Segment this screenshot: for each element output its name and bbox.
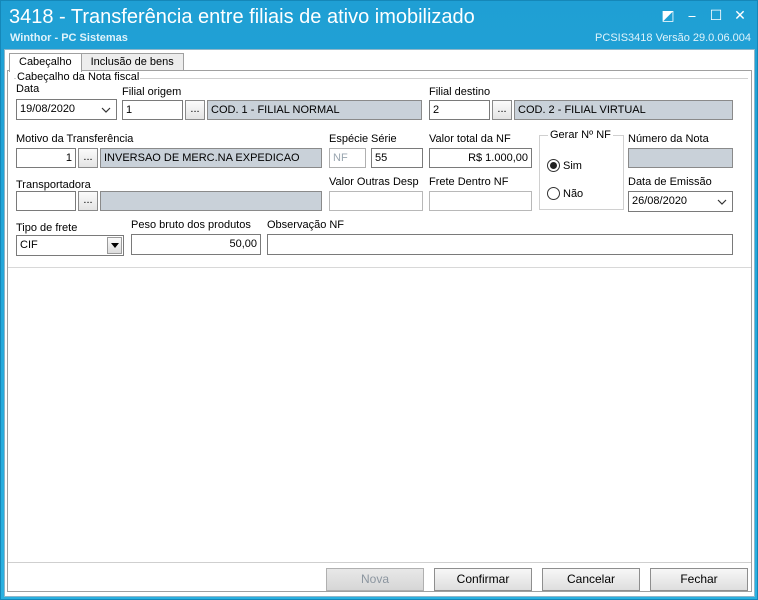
radio-unchecked-icon[interactable]: [547, 187, 560, 200]
title-bar[interactable]: 3418 - Transferência entre filiais de at…: [1, 1, 757, 47]
data-date-picker[interactable]: 19/08/2020: [16, 99, 117, 120]
radio-nao-label: Não: [563, 187, 584, 200]
close-icon[interactable]: ✕: [731, 5, 749, 25]
radio-sim[interactable]: Sim: [547, 159, 582, 172]
motivo-search-button[interactable]: ...: [78, 148, 98, 168]
motivo-label: Motivo da Transferência: [16, 133, 134, 145]
numero-nota-input: [628, 148, 733, 168]
observacao-label: Observação NF: [267, 219, 345, 231]
peso-bruto-label: Peso bruto dos produtos: [131, 219, 251, 231]
tab-cabecalho[interactable]: Cabeçalho: [9, 53, 82, 72]
tipo-frete-select[interactable]: CIF: [16, 235, 124, 256]
window-title: 3418 - Transferência entre filiais de at…: [9, 6, 475, 28]
data-emissao-value: 26/08/2020: [632, 195, 688, 207]
motivo-code-input[interactable]: 1: [16, 148, 76, 168]
filial-origem-description: COD. 1 - FILIAL NORMAL: [207, 100, 422, 120]
window-controls: ◩ ⎯ ☐ ✕: [659, 5, 749, 25]
valor-outras-label: Valor Outras Desp: [329, 176, 419, 188]
filial-destino-search-button[interactable]: ...: [492, 100, 512, 120]
filial-origem-search-button[interactable]: ...: [185, 100, 205, 120]
transportadora-label: Transportadora: [16, 179, 91, 191]
form-bottom-divider: [8, 267, 751, 268]
serie-label: Série: [371, 133, 397, 145]
peso-bruto-input[interactable]: 50,00: [131, 234, 261, 255]
serie-input[interactable]: 55: [371, 148, 423, 168]
radio-checked-icon[interactable]: [547, 159, 560, 172]
numero-nota-label: Número da Nota: [628, 133, 709, 145]
data-emissao-label: Data de Emissão: [628, 176, 712, 188]
filial-destino-description: COD. 2 - FILIAL VIRTUAL: [514, 100, 733, 120]
frete-dentro-input[interactable]: [429, 191, 532, 211]
especie-input: NF: [329, 148, 366, 168]
fechar-button[interactable]: Fechar: [650, 568, 748, 591]
filial-destino-code-input[interactable]: 2: [429, 100, 490, 120]
dropdown-arrow-icon[interactable]: [107, 237, 122, 254]
gerar-nf-group: Gerar Nº NF Sim Não: [539, 129, 624, 210]
data-emissao-date-picker[interactable]: 26/08/2020: [628, 191, 733, 212]
gerar-nf-label: Gerar Nº NF: [548, 129, 613, 141]
nova-button[interactable]: Nova: [326, 568, 424, 591]
radio-sim-label: Sim: [563, 159, 582, 172]
maximize-icon[interactable]: ☐: [707, 5, 725, 25]
valor-outras-input[interactable]: [329, 191, 423, 211]
restore-layout-icon[interactable]: ◩: [659, 5, 677, 25]
chevron-down-icon[interactable]: [716, 192, 728, 211]
version-label: PCSIS3418 Versão 29.0.06.004: [595, 32, 751, 44]
transportadora-search-button[interactable]: ...: [78, 191, 98, 211]
confirmar-button[interactable]: Confirmar: [434, 568, 532, 591]
observacao-input[interactable]: [267, 234, 733, 255]
chevron-down-icon[interactable]: [100, 100, 112, 119]
client-area: Cabeçalho Inclusão de bens Cabeçalho da …: [4, 49, 755, 597]
cancelar-button[interactable]: Cancelar: [542, 568, 640, 591]
motivo-description: INVERSAO DE MERC.NA EXPEDICAO: [100, 148, 322, 168]
filial-destino-label: Filial destino: [429, 86, 491, 98]
tab-page-cabecalho: Cabeçalho da Nota fiscal Data 19/08/2020…: [7, 70, 752, 592]
transportadora-description: [100, 191, 322, 211]
tab-strip: Cabeçalho Inclusão de bens: [9, 53, 184, 72]
app-subtitle: Winthor - PC Sistemas: [10, 32, 128, 44]
data-label: Data: [16, 83, 40, 95]
tab-inclusao-de-bens[interactable]: Inclusão de bens: [80, 53, 184, 71]
especie-label: Espécie: [329, 133, 369, 145]
valor-total-label: Valor total da NF: [429, 133, 511, 145]
group-title: Cabeçalho da Nota fiscal: [16, 71, 141, 83]
minimize-icon[interactable]: ⎯: [683, 5, 701, 25]
tipo-frete-value: CIF: [20, 239, 38, 251]
frete-dentro-label: Frete Dentro NF: [429, 176, 509, 188]
main-window: 3418 - Transferência entre filiais de at…: [0, 0, 758, 600]
footer-divider: [8, 562, 751, 563]
transportadora-code-input[interactable]: [16, 191, 76, 211]
radio-nao[interactable]: Não: [547, 187, 583, 200]
filial-origem-code-input[interactable]: 1: [122, 100, 183, 120]
filial-origem-label: Filial origem: [122, 86, 182, 98]
tipo-frete-label: Tipo de frete: [16, 222, 78, 234]
data-value: 19/08/2020: [20, 103, 76, 115]
valor-total-input[interactable]: R$ 1.000,00: [429, 148, 532, 168]
